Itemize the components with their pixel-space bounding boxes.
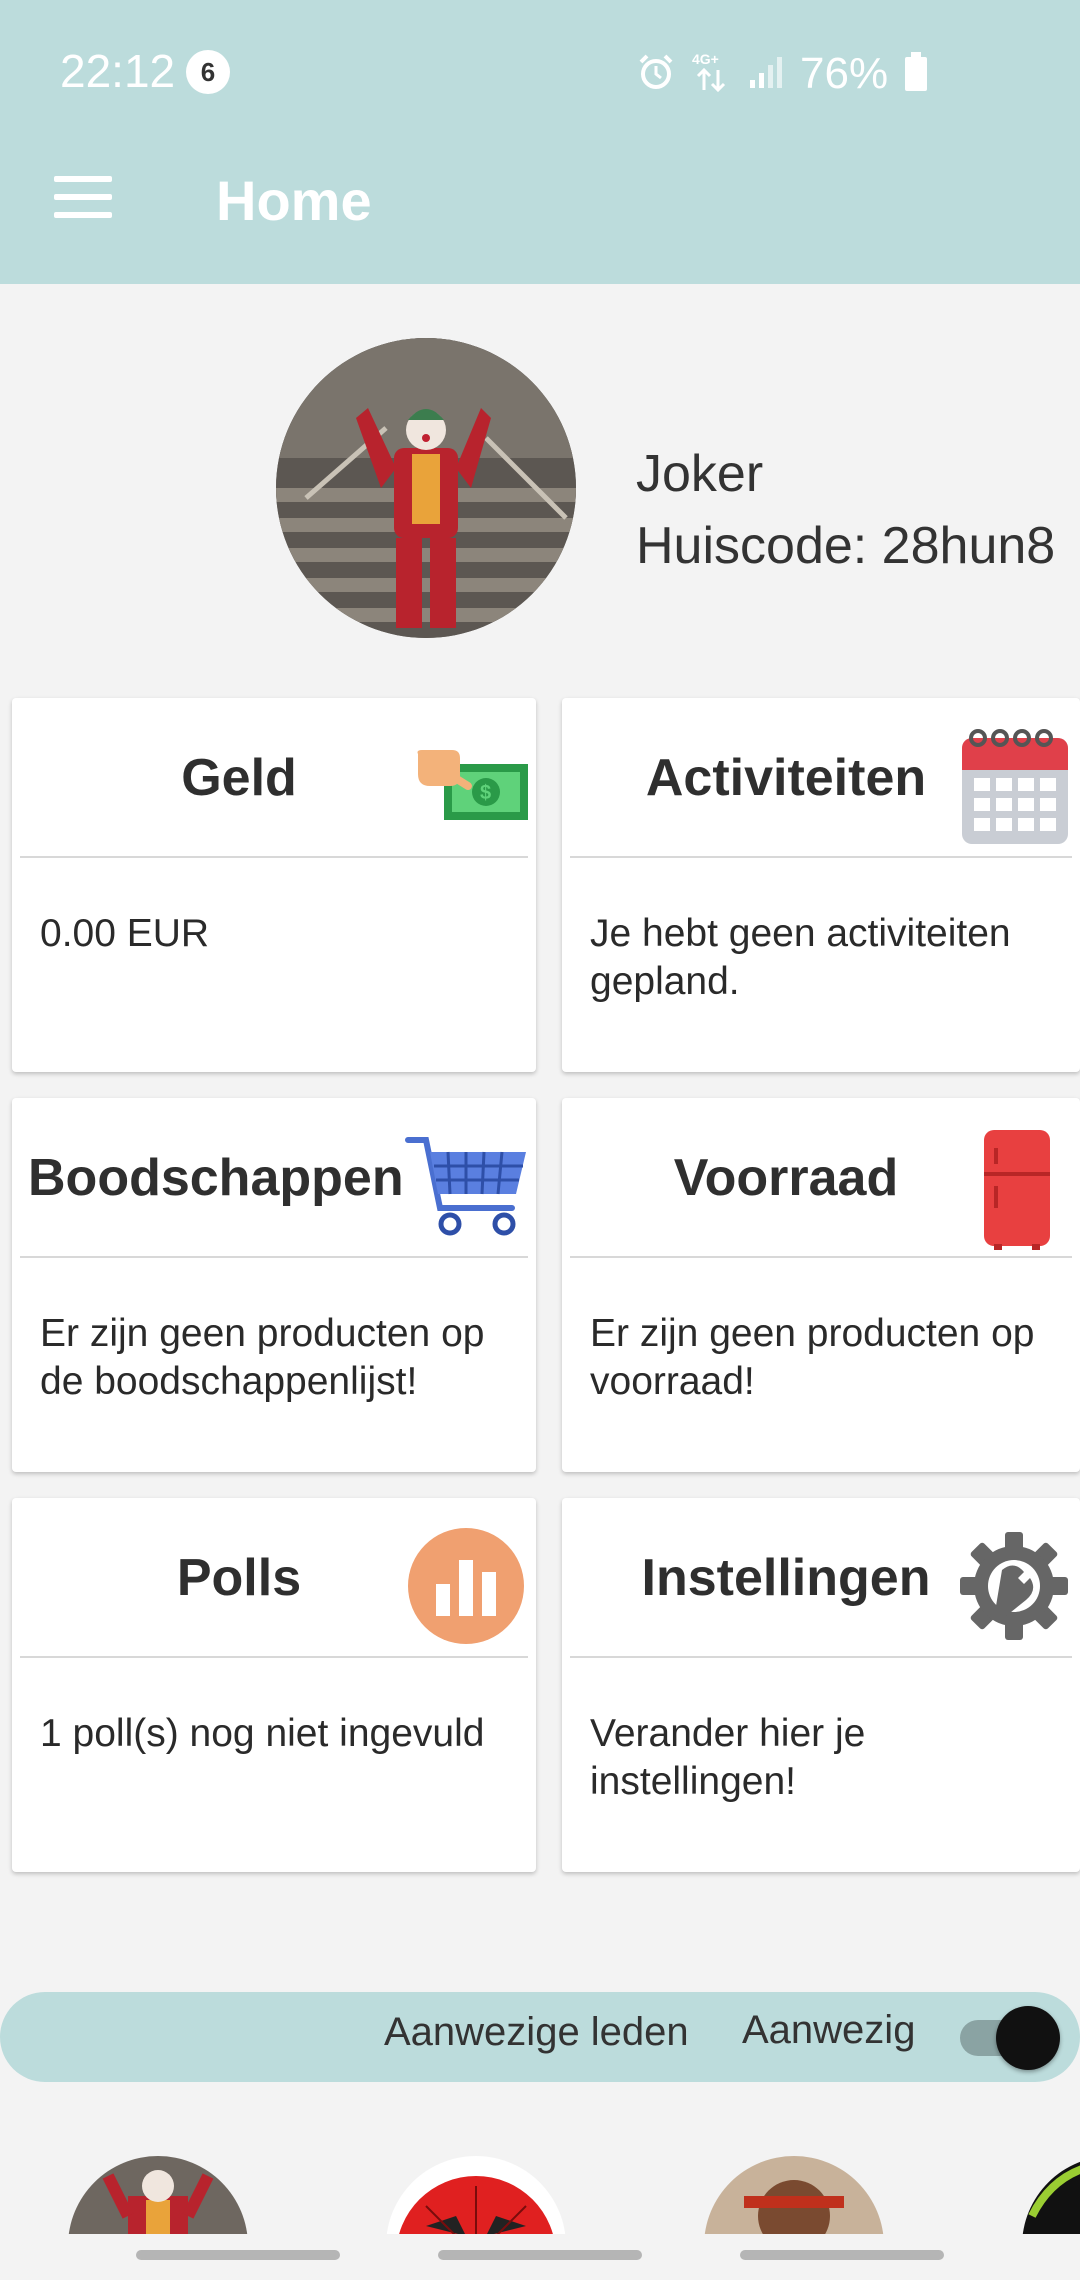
profile-name: Joker bbox=[636, 445, 764, 503]
card-body: Er zijn geen producten op de boodschappe… bbox=[40, 1312, 485, 1403]
status-icons: 4G+ 76% bbox=[636, 44, 928, 104]
battery-percentage: 76% bbox=[800, 49, 889, 98]
gear-wrench-icon bbox=[958, 1530, 1070, 1647]
card-body: Verander hier je instellingen! bbox=[590, 1712, 866, 1803]
members-list bbox=[0, 2140, 1080, 2234]
card-instellingen[interactable]: Instellingen Verander hier je instelling… bbox=[562, 1498, 1080, 1872]
nav-back-button[interactable] bbox=[740, 2250, 944, 2260]
card-divider bbox=[570, 1256, 1072, 1258]
card-geld[interactable]: Geld $ 0.00 EUR bbox=[12, 698, 536, 1072]
alarm-icon bbox=[636, 52, 676, 97]
calendar-icon bbox=[960, 726, 1070, 851]
card-divider bbox=[570, 856, 1072, 858]
card-voorraad[interactable]: Voorraad Er zijn geen producten op voorr… bbox=[562, 1098, 1080, 1472]
hamburger-menu-button[interactable] bbox=[54, 176, 114, 220]
page-title: Home bbox=[216, 169, 372, 232]
card-body: Je hebt geen activiteiten gepland. bbox=[590, 912, 1011, 1003]
presence-toggle-label: Aanwezig bbox=[742, 2008, 916, 2052]
card-body: Er zijn geen producten op voorraad! bbox=[590, 1312, 1035, 1403]
members-label: Aanwezige leden bbox=[384, 2010, 689, 2054]
card-body: 1 poll(s) nog niet ingevuld bbox=[40, 1712, 485, 1755]
card-divider bbox=[20, 856, 528, 858]
app-root: 22:12 6 4G+ 76% Home Joker Huiscode: 28h… bbox=[0, 0, 1080, 2280]
signal-icon bbox=[748, 54, 784, 95]
card-activiteiten[interactable]: Activiteiten Je hebt geen activiteiten g… bbox=[562, 698, 1080, 1072]
profile-avatar[interactable] bbox=[276, 338, 576, 638]
network-type-icon: 4G+ bbox=[692, 50, 732, 99]
shopping-cart-icon bbox=[404, 1134, 530, 1243]
card-divider bbox=[20, 1256, 528, 1258]
toggle-thumb bbox=[996, 2006, 1060, 2070]
notification-count-badge: 6 bbox=[186, 50, 230, 94]
presence-toggle[interactable] bbox=[958, 2006, 1062, 2070]
svg-text:4G+: 4G+ bbox=[692, 51, 719, 67]
member-avatar[interactable] bbox=[1022, 2156, 1080, 2234]
battery-icon bbox=[904, 51, 928, 97]
card-polls[interactable]: Polls 1 poll(s) nog niet ingevuld bbox=[12, 1498, 536, 1872]
nav-home-button[interactable] bbox=[438, 2250, 642, 2260]
app-header: 22:12 6 4G+ 76% Home bbox=[0, 0, 1080, 284]
status-time: 22:12 bbox=[60, 45, 176, 97]
house-code: Huiscode: 28hun8 bbox=[636, 517, 1056, 575]
card-divider bbox=[570, 1656, 1072, 1658]
system-nav-bar bbox=[0, 2234, 1080, 2280]
member-avatar[interactable] bbox=[68, 2156, 248, 2234]
poll-chart-icon bbox=[406, 1526, 526, 1651]
money-icon: $ bbox=[412, 746, 532, 831]
member-avatar[interactable] bbox=[386, 2156, 566, 2234]
card-divider bbox=[20, 1656, 528, 1658]
svg-text:$: $ bbox=[480, 782, 491, 804]
nav-recents-button[interactable] bbox=[136, 2250, 340, 2260]
member-avatar[interactable] bbox=[704, 2156, 884, 2234]
fridge-icon bbox=[982, 1128, 1052, 1255]
card-body: 0.00 EUR bbox=[40, 912, 210, 955]
card-boodschappen[interactable]: Boodschappen Er zijn geen producten op d… bbox=[12, 1098, 536, 1472]
